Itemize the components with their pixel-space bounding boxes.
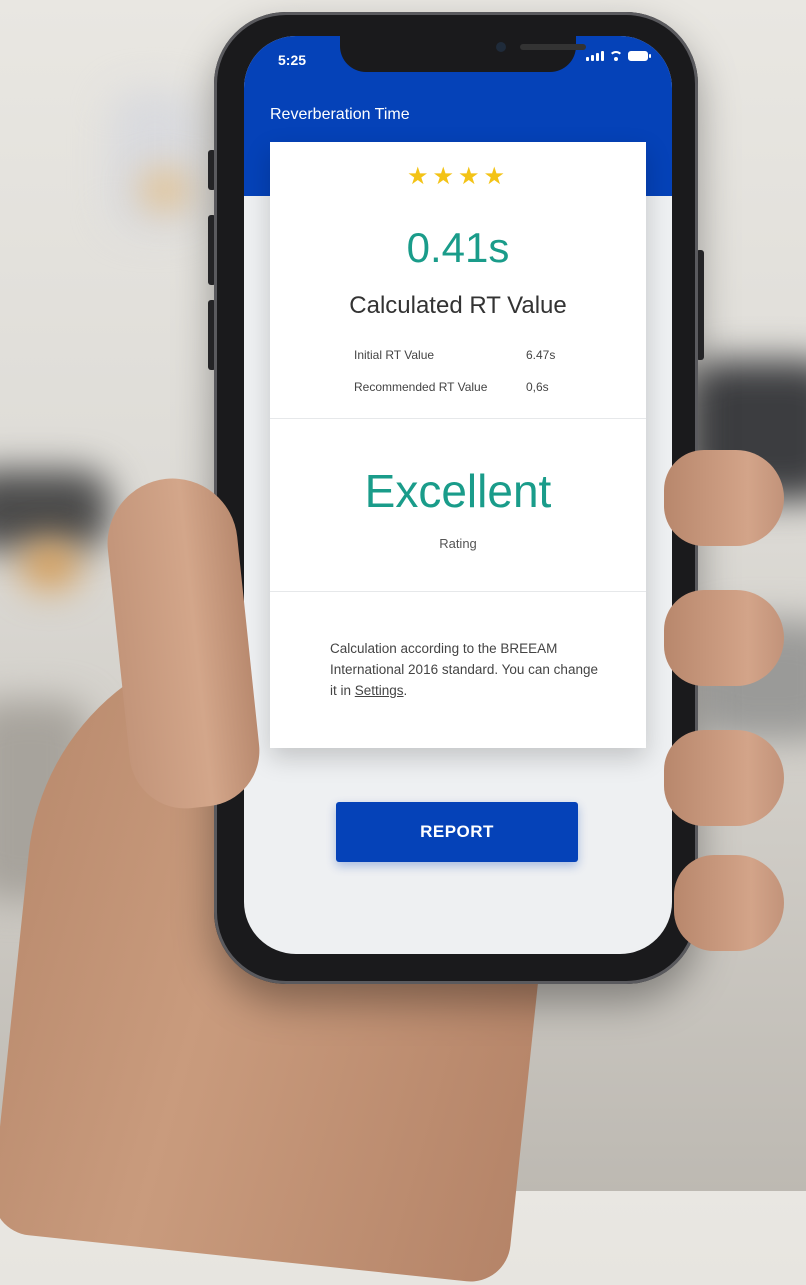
background-blur bbox=[110, 90, 200, 230]
rating-label: Rating bbox=[439, 536, 477, 551]
settings-link[interactable]: Settings bbox=[355, 683, 404, 698]
initial-rt-label: Initial RT Value bbox=[354, 348, 435, 362]
standard-note-suffix: . bbox=[403, 683, 408, 698]
divider bbox=[270, 591, 646, 592]
page-title: Reverberation Time bbox=[270, 106, 410, 123]
recommended-rt-row: Recommended RT Value 0,6s bbox=[354, 380, 549, 394]
speaker-icon bbox=[520, 44, 586, 50]
hand-finger bbox=[664, 730, 784, 826]
calculated-rt-label: Calculated RT Value bbox=[349, 292, 567, 319]
background-blur bbox=[0, 470, 110, 550]
report-button[interactable]: REPORT bbox=[336, 802, 578, 862]
phone-screen: 5:25 Reverberation Time ★★★★ 0.41s Calcu… bbox=[244, 36, 672, 954]
divider bbox=[270, 418, 646, 419]
star-rating-icon: ★★★★ bbox=[406, 163, 510, 190]
battery-icon bbox=[628, 51, 651, 61]
signal-icon bbox=[586, 51, 604, 61]
background-blur bbox=[140, 170, 190, 210]
front-camera-icon bbox=[496, 42, 506, 52]
initial-rt-row: Initial RT Value 6.47s bbox=[354, 348, 555, 362]
status-icons bbox=[586, 51, 651, 61]
phone-notch bbox=[340, 36, 586, 72]
result-card: ★★★★ 0.41s Calculated RT Value Initial R… bbox=[270, 142, 646, 748]
recommended-rt-value: 0,6s bbox=[526, 380, 549, 394]
hand-finger bbox=[664, 590, 784, 686]
hand-finger bbox=[674, 855, 784, 951]
status-time: 5:25 bbox=[278, 52, 307, 68]
calculated-rt-value: 0.41s bbox=[406, 224, 510, 271]
rating-value: Excellent bbox=[364, 465, 552, 517]
recommended-rt-label: Recommended RT Value bbox=[354, 380, 488, 394]
standard-note: Calculation according to the BREEAM Inte… bbox=[330, 638, 600, 701]
wifi-icon bbox=[609, 51, 623, 61]
background-blur bbox=[20, 540, 80, 590]
initial-rt-value: 6.47s bbox=[526, 348, 556, 362]
hand-finger bbox=[664, 450, 784, 546]
